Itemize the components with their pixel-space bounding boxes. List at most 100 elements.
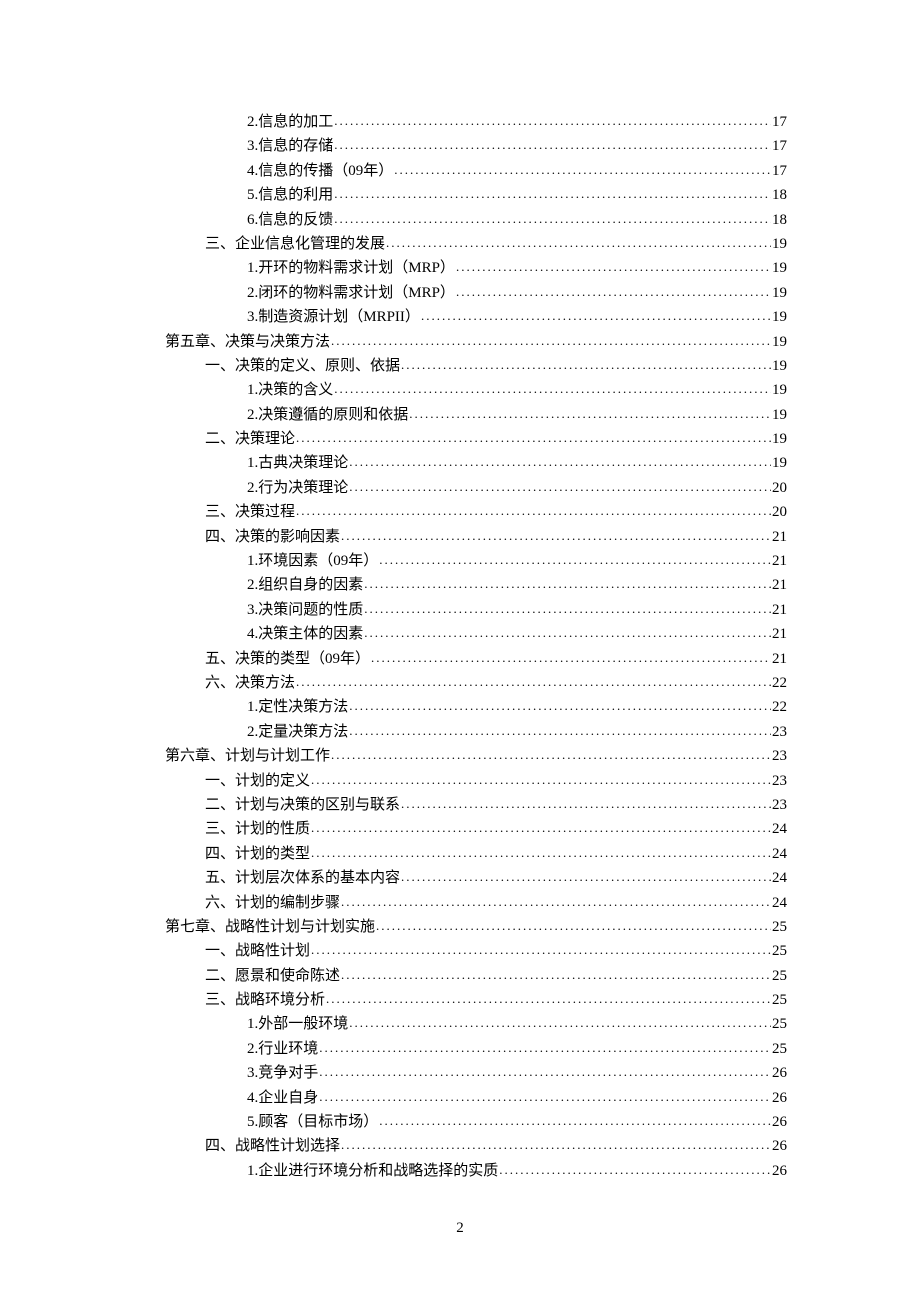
toc-leader-dots: [409, 402, 771, 426]
toc-entry: 六、决策方法22: [143, 671, 787, 695]
toc-entry-page: 21: [772, 647, 787, 671]
toc-leader-dots: [364, 597, 771, 621]
toc-entry-page: 26: [772, 1159, 787, 1183]
toc-entry-label: 1.决策的含义: [247, 378, 333, 402]
toc-entry-page: 25: [772, 1012, 787, 1036]
toc-entry-label: 三、计划的性质: [205, 817, 310, 841]
toc-entry-page: 22: [772, 695, 787, 719]
toc-entry: 3.制造资源计划（MRPII）19: [143, 305, 787, 329]
toc-entry-label: 3.决策问题的性质: [247, 598, 363, 622]
toc-entry: 第七章、战略性计划与计划实施25: [143, 915, 787, 939]
toc-entry: 4.决策主体的因素21: [143, 622, 787, 646]
toc-entry-page: 21: [772, 525, 787, 549]
toc-entry-label: 五、计划层次体系的基本内容: [205, 866, 400, 890]
toc-leader-dots: [296, 670, 771, 694]
toc-entry-label: 第五章、决策与决策方法: [165, 330, 330, 354]
toc-entry-page: 20: [772, 476, 787, 500]
toc-entry-label: 三、企业信息化管理的发展: [205, 232, 385, 256]
toc-leader-dots: [334, 207, 771, 231]
toc-entry-page: 21: [772, 549, 787, 573]
toc-entry-page: 20: [772, 500, 787, 524]
toc-entry: 1.外部一般环境 25: [143, 1012, 787, 1036]
toc-entry: 第五章、决策与决策方法19: [143, 330, 787, 354]
toc-entry-label: 1.外部一般环境: [247, 1012, 348, 1036]
toc-entry: 二、愿景和使命陈述25: [143, 964, 787, 988]
toc-entry-page: 24: [772, 842, 787, 866]
toc-leader-dots: [334, 377, 771, 401]
toc-entry-page: 17: [772, 134, 787, 158]
toc-leader-dots: [394, 158, 771, 182]
toc-entry-label: 2.组织自身的因素: [247, 573, 363, 597]
toc-leader-dots: [499, 1158, 771, 1182]
toc-leader-dots: [349, 719, 771, 743]
toc-leader-dots: [349, 694, 771, 718]
toc-entry-page: 25: [772, 988, 787, 1012]
toc-entry: 1.企业进行环境分析和战略选择的实质 26: [143, 1159, 787, 1183]
toc-leader-dots: [341, 1133, 771, 1157]
toc-entry: 3.信息的存储 17: [143, 134, 787, 158]
toc-entry-page: 26: [772, 1086, 787, 1110]
toc-leader-dots: [349, 1011, 771, 1035]
toc-entry-label: 六、决策方法: [205, 671, 295, 695]
toc-entry: 一、战略性计划25: [143, 939, 787, 963]
toc-entry-label: 1.企业进行环境分析和战略选择的实质: [247, 1159, 498, 1183]
toc-entry-page: 21: [772, 598, 787, 622]
toc-entry: 2.定量决策方法23: [143, 720, 787, 744]
toc-leader-dots: [311, 816, 771, 840]
table-of-contents: 2.信息的加工173.信息的存储174.信息的传播（09年）175.信息的利用1…: [143, 110, 787, 1183]
toc-leader-dots: [379, 1109, 771, 1133]
toc-entry-label: 2.闭环的物料需求计划（MRP）: [247, 281, 455, 305]
toc-leader-dots: [311, 938, 771, 962]
toc-entry-page: 21: [772, 622, 787, 646]
toc-entry: 三、决策过程20: [143, 500, 787, 524]
toc-leader-dots: [349, 450, 771, 474]
toc-leader-dots: [364, 572, 771, 596]
toc-entry-page: 19: [772, 256, 787, 280]
toc-entry: 3.决策问题的性质 21: [143, 598, 787, 622]
toc-entry: 1.定性决策方法22: [143, 695, 787, 719]
toc-entry-label: 5.顾客（目标市场）: [247, 1110, 378, 1134]
toc-leader-dots: [311, 841, 771, 865]
toc-entry: 五、决策的类型（09年）21: [143, 647, 787, 671]
toc-entry-label: 第七章、战略性计划与计划实施: [165, 915, 375, 939]
toc-entry-page: 24: [772, 891, 787, 915]
toc-entry-label: 第六章、计划与计划工作: [165, 744, 330, 768]
toc-entry: 4.信息的传播（09年）17: [143, 159, 787, 183]
toc-entry-label: 3.信息的存储: [247, 134, 333, 158]
toc-entry-label: 六、计划的编制步骤: [205, 891, 340, 915]
toc-leader-dots: [326, 987, 771, 1011]
toc-entry: 2.行为决策理论20: [143, 476, 787, 500]
toc-leader-dots: [296, 426, 771, 450]
toc-leader-dots: [341, 963, 771, 987]
toc-leader-dots: [456, 280, 771, 304]
toc-entry-label: 二、计划与决策的区别与联系: [205, 793, 400, 817]
toc-leader-dots: [376, 914, 771, 938]
toc-leader-dots: [456, 255, 771, 279]
toc-entry: 2.组织自身的因素21: [143, 573, 787, 597]
toc-entry: 一、计划的定义23: [143, 769, 787, 793]
toc-leader-dots: [331, 329, 771, 353]
toc-entry-page: 25: [772, 939, 787, 963]
toc-entry-page: 19: [772, 378, 787, 402]
toc-leader-dots: [401, 792, 771, 816]
toc-entry-label: 1.环境因素（09年）: [247, 549, 378, 573]
toc-leader-dots: [334, 133, 771, 157]
toc-leader-dots: [319, 1036, 771, 1060]
toc-entry-page: 19: [772, 232, 787, 256]
toc-entry-page: 23: [772, 744, 787, 768]
toc-entry: 5.信息的利用18: [143, 183, 787, 207]
toc-entry-page: 19: [772, 354, 787, 378]
toc-leader-dots: [334, 182, 771, 206]
toc-entry-label: 二、决策理论: [205, 427, 295, 451]
toc-entry-page: 26: [772, 1134, 787, 1158]
toc-entry: 5.顾客（目标市场）26: [143, 1110, 787, 1134]
toc-entry: 二、决策理论19: [143, 427, 787, 451]
page-number: 2: [0, 1220, 920, 1237]
toc-leader-dots: [421, 304, 771, 328]
toc-entry-label: 四、计划的类型: [205, 842, 310, 866]
toc-leader-dots: [371, 646, 771, 670]
toc-entry-label: 4.信息的传播（09年）: [247, 159, 393, 183]
toc-entry-label: 三、战略环境分析: [205, 988, 325, 1012]
toc-entry-label: 3.制造资源计划（MRPII）: [247, 305, 420, 329]
toc-entry: 四、计划的类型 24: [143, 842, 787, 866]
